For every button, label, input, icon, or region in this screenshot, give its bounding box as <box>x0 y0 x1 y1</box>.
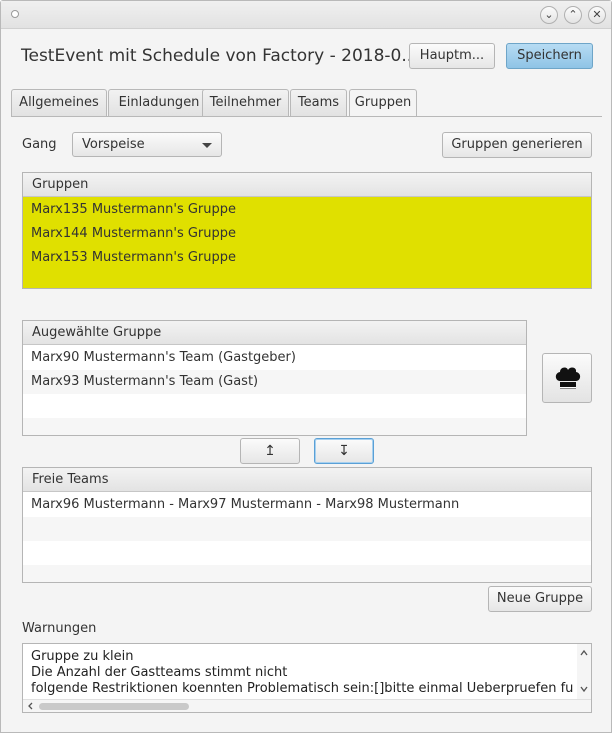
gruppen-list-title: Gruppen <box>32 177 89 192</box>
move-down-button[interactable]: ↧ <box>314 438 374 464</box>
hauptmenu-button[interactable]: Hauptm... <box>409 43 495 69</box>
title-bar: ⌄ ⌃ ✕ <box>1 1 611 29</box>
list-item[interactable]: Marx153 Mustermann's Gruppe <box>23 246 591 270</box>
warnungen-textarea[interactable]: Gruppe zu klein Die Anzahl der Gastteams… <box>22 643 592 713</box>
move-up-button[interactable]: ↥ <box>240 438 300 464</box>
freie-teams-header: Freie Teams <box>23 468 591 492</box>
ausgewaehlte-gruppe-list[interactable]: Augewählte Gruppe Marx90 Mustermann's Te… <box>22 320 527 436</box>
scroll-down-arrow-icon[interactable] <box>577 682 591 696</box>
chef-button[interactable] <box>542 353 592 403</box>
list-item[interactable]: Marx93 Mustermann's Team (Gast) <box>23 370 526 394</box>
ausgewaehlte-gruppe-title: Augewählte Gruppe <box>32 325 162 340</box>
warnungen-label: Warnungen <box>22 621 97 636</box>
tab-teams[interactable]: Teams <box>290 89 347 116</box>
empty-row <box>23 394 526 418</box>
tab-teilnehmer[interactable]: Teilnehmer <box>202 89 289 116</box>
close-button[interactable]: ✕ <box>588 6 606 24</box>
list-item[interactable]: Marx96 Mustermann - Marx97 Mustermann - … <box>23 493 591 517</box>
chef-hat-icon <box>555 367 581 389</box>
page-title: TestEvent mit Schedule von Factory - 201… <box>21 46 418 66</box>
gruppen-list-header: Gruppen <box>23 173 591 197</box>
freie-teams-title: Freie Teams <box>32 472 109 487</box>
empty-row <box>23 565 591 582</box>
gang-select-value: Vorspeise <box>82 137 145 152</box>
empty-row <box>23 541 591 565</box>
gang-select[interactable]: Vorspeise <box>72 132 222 157</box>
window-menu-icon[interactable] <box>11 10 19 18</box>
tab-allgemeines[interactable]: Allgemeines <box>11 89 107 116</box>
list-item[interactable]: Marx144 Mustermann's Gruppe <box>23 222 591 246</box>
gruppen-generieren-button[interactable]: Gruppen generieren <box>442 132 592 158</box>
minimize-button[interactable]: ⌄ <box>540 6 558 24</box>
chevron-down-icon <box>202 143 212 148</box>
tab-einladungen[interactable]: Einladungen <box>108 89 210 116</box>
list-item[interactable]: Marx135 Mustermann's Gruppe <box>23 198 591 222</box>
scroll-left-arrow-icon[interactable] <box>25 700 37 712</box>
empty-row <box>23 418 526 435</box>
vertical-scrollbar[interactable] <box>577 644 591 700</box>
header: TestEvent mit Schedule von Factory - 201… <box>1 30 611 85</box>
horizontal-scrollbar[interactable] <box>23 699 591 712</box>
scroll-up-arrow-icon[interactable] <box>577 646 591 660</box>
tab-gruppen[interactable]: Gruppen <box>349 89 417 117</box>
empty-row <box>23 517 591 541</box>
ausgewaehlte-gruppe-header: Augewählte Gruppe <box>23 321 526 345</box>
freie-teams-list[interactable]: Freie Teams Marx96 Mustermann - Marx97 M… <box>22 467 592 583</box>
warning-line: Die Anzahl der Gastteams stimmt nicht <box>31 665 288 680</box>
horizontal-scroll-thumb[interactable] <box>39 703 189 710</box>
maximize-button[interactable]: ⌃ <box>564 6 582 24</box>
warning-line: folgende Restriktionen koennten Problema… <box>31 681 574 696</box>
list-item[interactable]: Marx90 Mustermann's Team (Gastgeber) <box>23 346 526 370</box>
neue-gruppe-button[interactable]: Neue Gruppe <box>488 586 592 612</box>
gang-label: Gang <box>22 137 57 152</box>
save-button[interactable]: Speichern <box>506 43 593 69</box>
warning-line: Gruppe zu klein <box>31 649 134 664</box>
gruppen-list[interactable]: Gruppen Marx135 Mustermann's Gruppe Marx… <box>22 172 592 289</box>
app-window: ⌄ ⌃ ✕ TestEvent mit Schedule von Factory… <box>0 0 612 733</box>
